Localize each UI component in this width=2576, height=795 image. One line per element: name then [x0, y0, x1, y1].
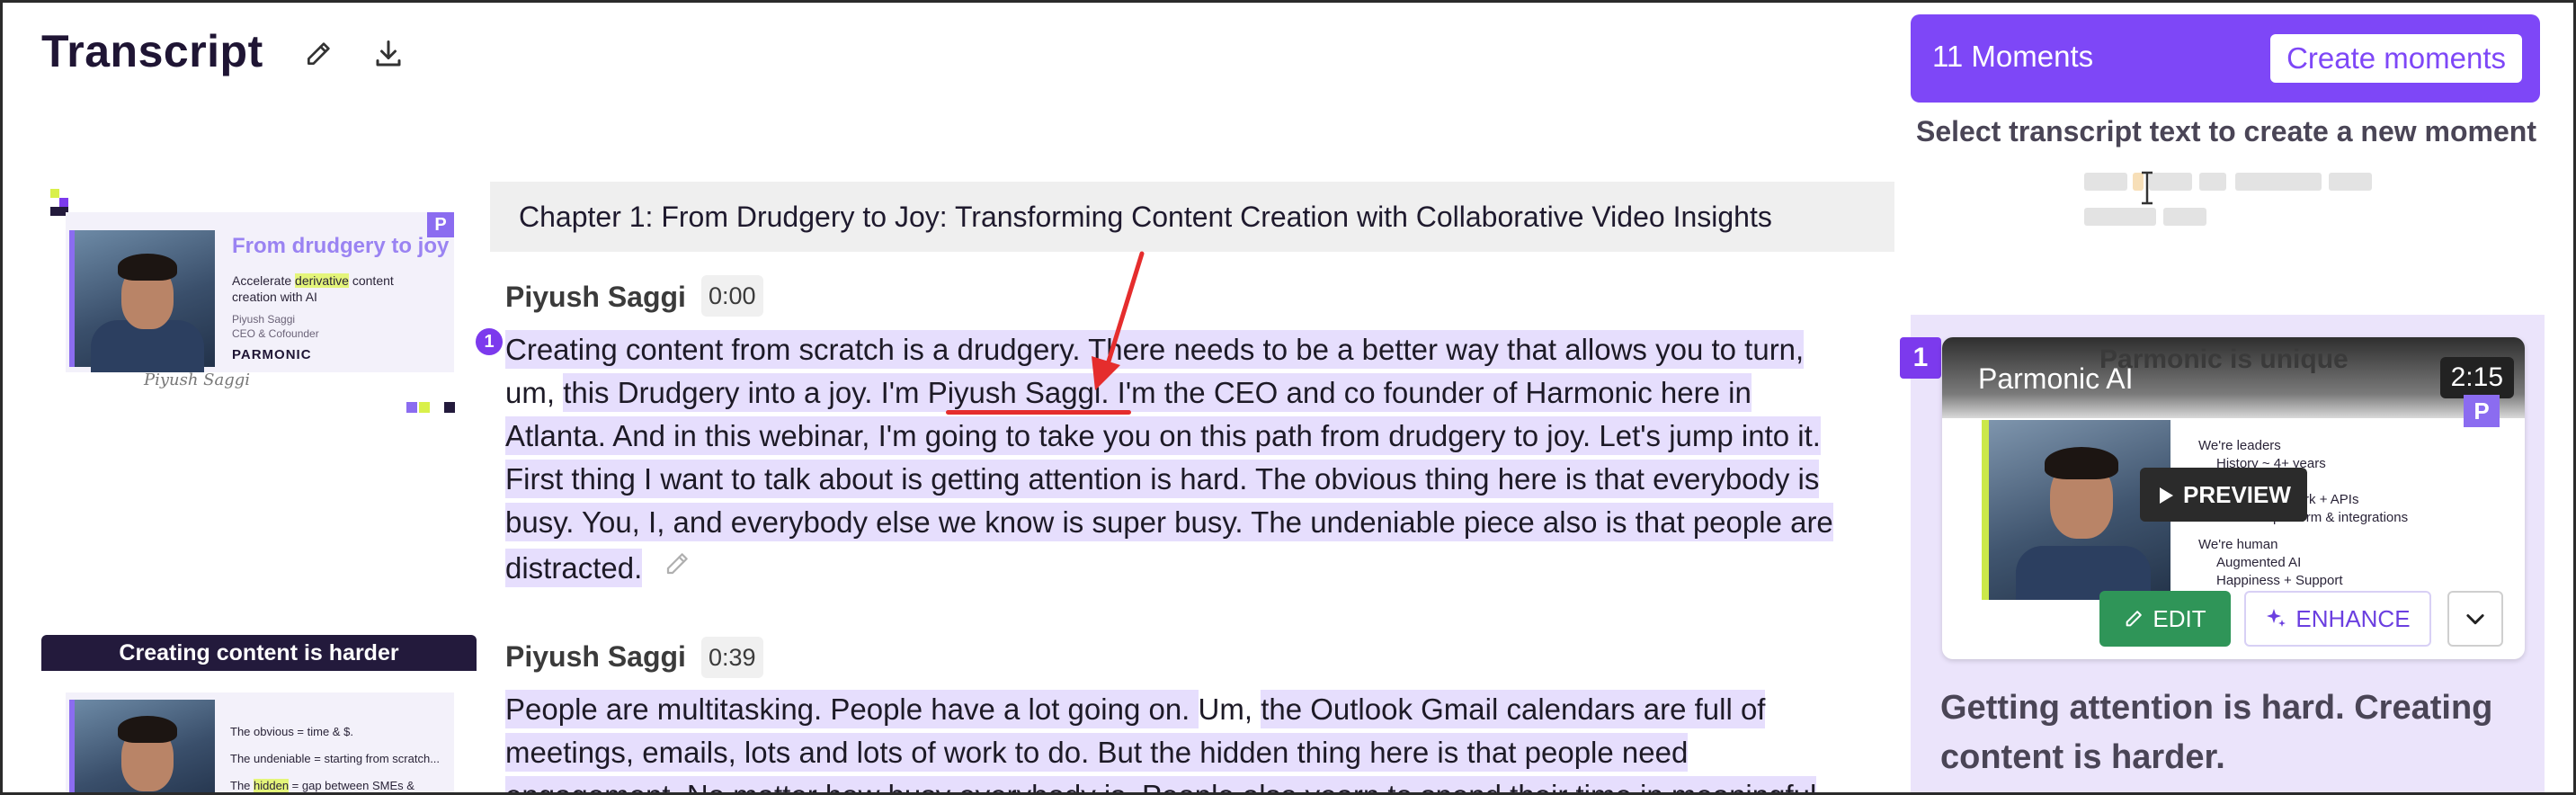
- slide-brand: PARMONIC: [232, 347, 312, 362]
- skeleton-bar: [2329, 173, 2372, 191]
- chapter-title: Chapter 1: From Drudgery to Joy: Transfo…: [490, 182, 1894, 252]
- annotation-underline: [946, 410, 1131, 415]
- skeleton-bar: [2084, 173, 2127, 191]
- skeleton-bar: [2084, 208, 2156, 226]
- thumbnail-slide-2[interactable]: The obvious = time & $. The undeniable =…: [66, 692, 454, 795]
- slide-text: creation with AI: [232, 290, 317, 304]
- timestamp[interactable]: 0:00: [701, 275, 763, 317]
- pencil-icon: [2124, 593, 2144, 648]
- video-title: Parmonic AI: [1978, 362, 2134, 395]
- decor-dot: [419, 402, 430, 413]
- moment-card-number: 1: [1900, 337, 1941, 379]
- speaker-photo: [69, 230, 215, 372]
- slide-title: From drudgery to joy: [232, 234, 450, 258]
- edit-segment-icon[interactable]: [664, 550, 691, 582]
- chevron-down-icon: [2466, 614, 2484, 625]
- sparkle-icon: [2265, 594, 2286, 647]
- create-moments-button[interactable]: Create moments: [2270, 34, 2522, 83]
- video-duration: 2:15: [2439, 357, 2514, 398]
- moments-header: 11 Moments Create moments: [1911, 14, 2540, 103]
- speaker-name: Piyush Saggi: [505, 281, 686, 313]
- video-slide-title: Parmonic is unique: [2099, 344, 2349, 374]
- slide-bullet: We're leaders: [2198, 438, 2281, 453]
- transcript-line[interactable]: First thing I want to talk about is gett…: [505, 460, 1820, 498]
- speaker-name: Piyush Saggi: [505, 640, 686, 673]
- annotation-arrow-icon: [1092, 251, 1145, 390]
- more-options-button[interactable]: [2447, 591, 2503, 647]
- transcript-line[interactable]: meetings, emails, lots and lots of work …: [505, 733, 1689, 772]
- slide-name: Piyush Saggi: [232, 313, 296, 326]
- skeleton-bar: [2235, 173, 2322, 191]
- transcript-line[interactable]: engagement. No matter how busy everybody…: [505, 776, 1817, 795]
- parmonic-badge: P: [427, 212, 454, 237]
- thumbnail-slide-1[interactable]: From drudgery to joy Accelerate derivati…: [66, 212, 454, 372]
- transcript-line[interactable]: Creating content from scratch is a drudg…: [505, 330, 1805, 369]
- decor-dot: [444, 402, 455, 413]
- text-cursor-icon: [2142, 171, 2153, 205]
- signature: Piyush Saggi: [144, 371, 251, 389]
- transcript-line[interactable]: busy. You, I, and everybody else we know…: [505, 503, 1833, 541]
- timestamp[interactable]: 0:39: [701, 637, 763, 678]
- speaker-photo: [69, 700, 215, 795]
- enhance-button[interactable]: ENHANCE: [2244, 591, 2431, 647]
- skeleton-bar: [2163, 208, 2206, 226]
- slide-bullet: Happiness + Support: [2216, 573, 2343, 588]
- slide-text: The hidden = gap between SMEs &: [230, 779, 414, 792]
- moment-marker[interactable]: 1: [476, 328, 503, 355]
- pencil-icon[interactable]: [300, 36, 336, 72]
- slide-role: CEO & Cofounder: [232, 327, 319, 340]
- create-moment-hint: Select transcript text to create a new m…: [1916, 115, 2536, 147]
- slide-text: Accelerate derivative content: [232, 273, 394, 288]
- decor-dot: [432, 402, 442, 413]
- download-icon[interactable]: [370, 36, 406, 72]
- slide-bullet: We're human: [2198, 537, 2278, 552]
- slide-text: The obvious = time & $.: [230, 725, 353, 738]
- slide-bullet: Augmented AI: [2216, 555, 2302, 570]
- thumbnail-heading: Creating content is harder: [41, 635, 477, 671]
- skeleton-bar: [2199, 173, 2226, 191]
- page-title: Transcript: [41, 26, 263, 76]
- transcript-line[interactable]: distracted.: [505, 549, 643, 587]
- transcript-line[interactable]: People are multitasking. People have a l…: [505, 690, 1766, 728]
- moment-description: Getting attention is hard. Creating cont…: [1940, 689, 2493, 776]
- transcript-line[interactable]: Atlanta. And in this webinar, I'm going …: [505, 416, 1821, 455]
- decor-dot: [406, 402, 417, 413]
- preview-button[interactable]: PREVIEW: [2140, 468, 2307, 522]
- play-icon: [2158, 469, 2174, 523]
- edit-button[interactable]: EDIT: [2099, 591, 2231, 647]
- moments-count: 11 Moments: [1932, 40, 2094, 73]
- slide-text: The undeniable = starting from scratch..…: [230, 752, 441, 765]
- parmonic-badge: P: [2464, 395, 2500, 427]
